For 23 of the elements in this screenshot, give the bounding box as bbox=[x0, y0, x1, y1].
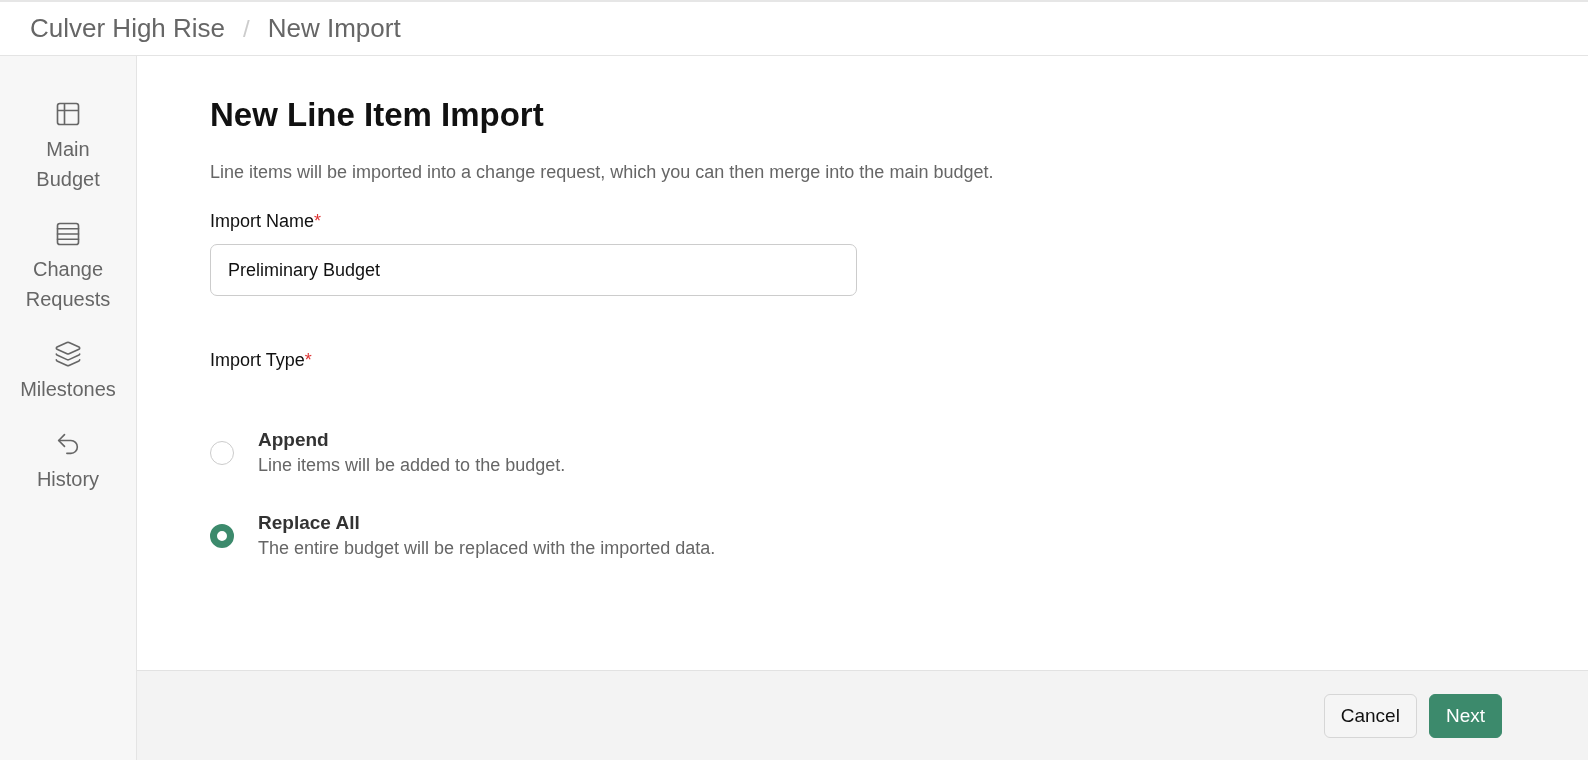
import-name-field[interactable]: Preliminary Budget bbox=[210, 244, 857, 296]
sidebar-item[interactable]: Milestones bbox=[15, 340, 121, 404]
page-title: New Line Item Import bbox=[210, 96, 544, 134]
option-description: The entire budget will be replaced with the imported data. bbox=[258, 538, 716, 559]
breadcrumb-item[interactable]: Culver High Rise bbox=[30, 13, 226, 44]
layers-icon bbox=[54, 340, 82, 368]
next-button[interactable]: Next bbox=[1428, 693, 1502, 738]
sidebar-item[interactable]: Change Requests bbox=[15, 220, 121, 314]
cancel-button[interactable]: Cancel bbox=[1323, 693, 1417, 738]
table-icon bbox=[54, 100, 82, 128]
sidebar-item[interactable]: History bbox=[15, 430, 121, 494]
page-description: Line items will be imported into a change request, which you can then merge into the main budget. bbox=[210, 162, 994, 183]
sidebar-item[interactable]: Main Budget bbox=[15, 100, 121, 194]
field-label: Import Name* bbox=[210, 211, 322, 232]
radio-button[interactable] bbox=[210, 440, 234, 465]
radio-button[interactable] bbox=[210, 523, 234, 548]
breadcrumb-separator: / bbox=[243, 14, 250, 43]
option-label: Append bbox=[258, 429, 330, 451]
option-description: Line items will be added to the budget. bbox=[258, 455, 566, 476]
list-icon bbox=[54, 220, 82, 248]
option-label: Replace All bbox=[258, 512, 361, 534]
breadcrumb-item: New Import bbox=[267, 13, 401, 44]
field-label: Import Type* bbox=[210, 350, 312, 371]
